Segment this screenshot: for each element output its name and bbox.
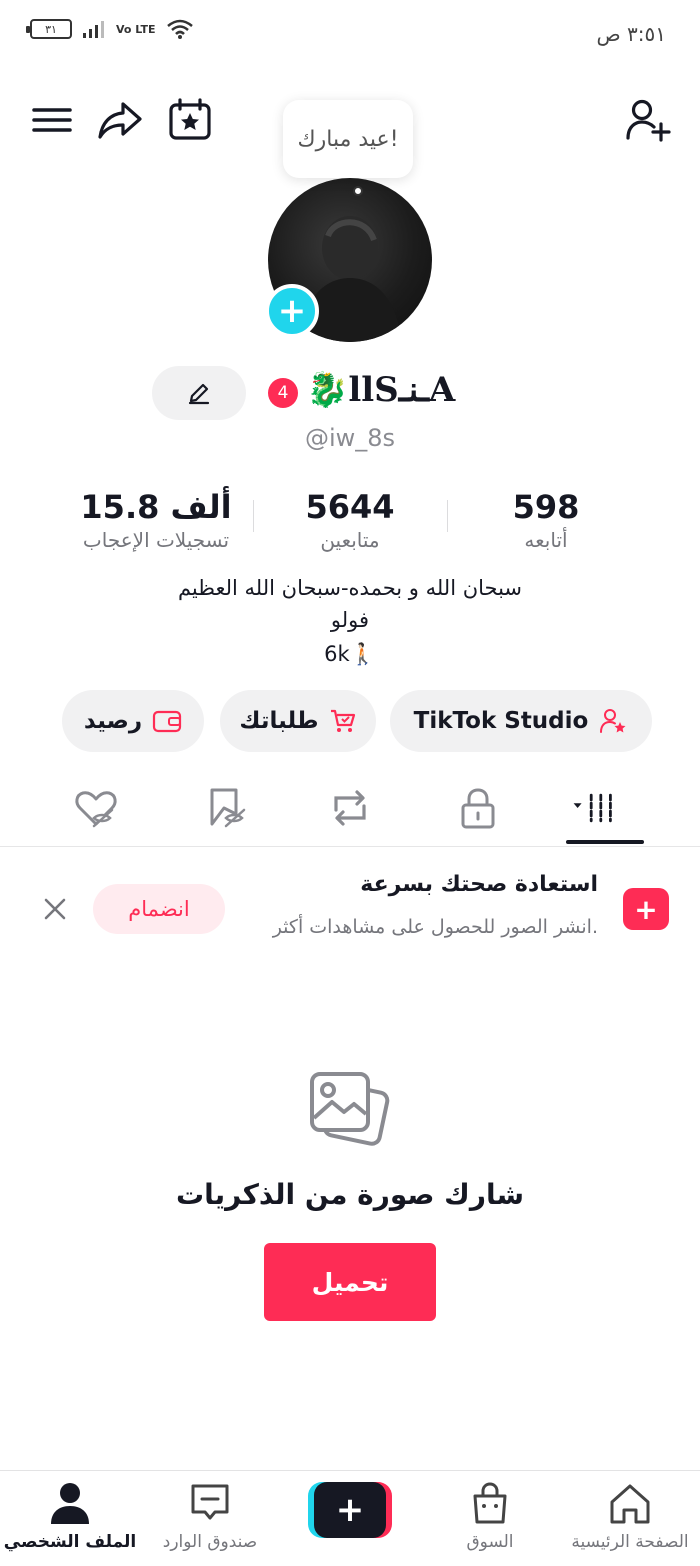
volte-indicator: Vo LTE: [116, 22, 156, 36]
cart-icon: [330, 709, 355, 732]
liked-hidden-tab-icon[interactable]: [72, 784, 120, 832]
nav-shop[interactable]: السوق: [420, 1480, 560, 1552]
likes-stat[interactable]: 15.8 ألف تسجيلات الإعجاب: [56, 486, 256, 552]
status-icons: ٣١ Vo LTE: [26, 18, 194, 40]
videos-grid-tab-icon[interactable]: [572, 784, 620, 832]
pencil-icon: [188, 383, 210, 405]
wifi-icon: [166, 19, 193, 39]
profile-icon: [51, 1483, 89, 1524]
plus-icon: +: [314, 1482, 386, 1538]
followers-stat[interactable]: 5644 متابعين: [250, 486, 450, 552]
balance-label: رصيد: [83, 708, 143, 734]
inbox-icon: [191, 1484, 229, 1520]
bio-line: 6k🚶🏻: [324, 642, 376, 666]
following-count: 598: [512, 488, 580, 526]
nav-inbox[interactable]: صندوق الوارد: [140, 1480, 280, 1552]
nav-home[interactable]: الصفحة الرئيسية: [560, 1480, 700, 1552]
camera-plus-icon: +: [623, 888, 669, 930]
following-stat[interactable]: 598 أتابعه: [446, 486, 646, 552]
tiktok-studio-button[interactable]: TikTok Studio: [390, 690, 652, 752]
greeting-bubble: عيد مبارك!: [283, 100, 413, 178]
nav-home-label: الصفحة الرئيسية: [571, 1532, 689, 1552]
username[interactable]: @iw_8s: [0, 424, 700, 452]
balance-button[interactable]: رصيد: [62, 690, 204, 752]
menu-icon[interactable]: [28, 96, 76, 144]
signal-icon: [83, 21, 104, 38]
favorites-hidden-tab-icon[interactable]: [202, 784, 250, 832]
upload-button[interactable]: تحميل: [264, 1243, 436, 1321]
photos-icon: [310, 1072, 390, 1146]
followers-count: 5644: [305, 488, 395, 526]
shopping-bag-icon: [473, 1482, 507, 1524]
lock-tab-icon[interactable]: [454, 784, 502, 832]
nav-profile[interactable]: الملف الشخصي: [0, 1480, 140, 1552]
display-name: 🐉llSـنـA: [306, 370, 456, 410]
banner-subtitle: انشر الصور للحصول على مشاهدات أكثر.: [272, 916, 598, 938]
calendar-star-icon[interactable]: [166, 96, 214, 144]
bio-line: سبحان الله و بحمده-سبحان الله العظيم: [177, 576, 523, 600]
battery-icon: ٣١: [26, 19, 72, 39]
creator-star-icon: [600, 709, 626, 733]
nav-shop-label: السوق: [466, 1532, 514, 1552]
create-button[interactable]: +: [308, 1482, 392, 1538]
bottom-nav-divider: [0, 1470, 700, 1471]
followers-label: متابعين: [320, 528, 380, 552]
likes-count: 15.8 ألف: [80, 488, 232, 526]
empty-state-title: شارك صورة من الذكريات: [175, 1178, 525, 1211]
following-label: أتابعه: [524, 528, 568, 552]
home-icon: [610, 1484, 650, 1524]
add-story-button[interactable]: +: [265, 284, 319, 338]
notification-badge: 4: [268, 378, 298, 408]
orders-button[interactable]: طلباتك: [220, 690, 376, 752]
battery-level: ٣١: [45, 22, 57, 36]
bubble-pointer: [353, 186, 363, 196]
tab-divider: [0, 846, 700, 847]
orders-label: طلباتك: [239, 708, 319, 734]
join-button[interactable]: انضمام: [93, 884, 225, 934]
edit-profile-button[interactable]: [152, 366, 246, 420]
likes-label: تسجيلات الإعجاب: [82, 528, 230, 552]
close-icon[interactable]: [40, 894, 70, 924]
bio-line: فولو: [330, 608, 370, 632]
repost-tab-icon[interactable]: [326, 784, 374, 832]
active-tab-indicator: [566, 840, 644, 844]
tiktok-studio-label: TikTok Studio: [413, 708, 589, 734]
add-friend-icon[interactable]: [624, 96, 672, 144]
wallet-icon: [152, 710, 182, 733]
status-time: ٣:٥١ ص: [596, 22, 666, 46]
greeting-text: عيد مبارك!: [297, 126, 399, 152]
share-icon[interactable]: [96, 96, 144, 144]
nav-profile-label: الملف الشخصي: [3, 1532, 137, 1552]
nav-inbox-label: صندوق الوارد: [162, 1532, 258, 1552]
banner-title: استعادة صحتك بسرعة: [360, 872, 598, 897]
